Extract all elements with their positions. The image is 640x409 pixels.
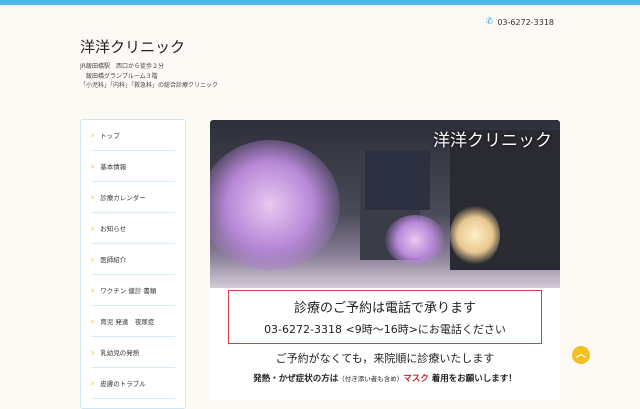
reservation-phone[interactable]: 03-6272-3318 <9時〜16時>にお電話ください [229, 321, 541, 337]
site-title[interactable]: 洋洋クリニック [80, 36, 185, 57]
illuminated-tree [385, 215, 445, 265]
nav-item-basic-info[interactable]: › 基本情報 [91, 151, 175, 182]
back-to-top-button[interactable]: ︿ [572, 346, 590, 364]
hero-title: 洋洋クリニック [433, 131, 552, 151]
chevron-right-icon: › [91, 161, 95, 171]
chevron-right-icon: › [91, 316, 95, 326]
nav-item-news[interactable]: › お知らせ [91, 213, 175, 244]
top-bar [0, 0, 640, 5]
illuminated-tree [210, 140, 340, 270]
sidebar-nav: › トップ › 基本情報 › 診療カレンダー › お知らせ › 医師紹介 › ワクチン 健診… [80, 119, 186, 409]
chevron-right-icon: › [91, 130, 95, 140]
phone-number: 03-6272-3318 [497, 17, 554, 27]
nav-label: 医師紹介 [100, 256, 127, 264]
address-line: 「小児科」「内科」「救急科」の総合診療クリニック [80, 82, 219, 89]
nav-label: トップ [100, 132, 120, 140]
nav-item-skin[interactable]: › 皮膚のトラブル [91, 368, 175, 399]
nav-item-doctor[interactable]: › 医師紹介 [91, 244, 175, 275]
nav-item-vaccine[interactable]: › ワクチン 健診 書類 [91, 275, 175, 306]
phone-icon: ✆ [485, 17, 494, 27]
chevron-right-icon: › [91, 223, 95, 233]
nav-label: 診療カレンダー [100, 194, 146, 202]
chevron-right-icon: › [91, 192, 95, 202]
mask-notice-text: 着用をお願いします！ [428, 374, 517, 384]
chevron-up-icon: ︿ [576, 349, 586, 360]
address-line: JR飯田橋駅 西口から徒歩２分 [80, 63, 164, 70]
chevron-right-icon: › [91, 285, 95, 295]
walk-in-notice: ご予約がなくても，来院順に診療いたします [275, 352, 495, 365]
nav-item-top[interactable]: › トップ [91, 120, 175, 151]
mask-notice-note: （付き添い者も含め） [338, 375, 404, 383]
nav-item-development[interactable]: › 育児 発達 夜尿症 [91, 306, 175, 337]
nav-item-calendar[interactable]: › 診療カレンダー [91, 182, 175, 213]
address-line: 飯田橋グランブルーム３階 [80, 72, 158, 80]
chevron-right-icon: › [91, 378, 95, 388]
illuminated-tree [450, 205, 500, 265]
hero-image: 洋洋クリニック [210, 120, 560, 290]
nav-label: 乳幼児の発熱 [100, 349, 140, 357]
mask-highlight: マスク [403, 374, 429, 384]
mask-notice-text: 発熱・かぜ症状の方は [253, 374, 339, 384]
chevron-right-icon: › [91, 254, 95, 264]
nav-item-fever[interactable]: › 乳幼児の発熱 [91, 337, 175, 368]
reservation-heading: 診療のご予約は電話で承ります [293, 301, 476, 316]
building [365, 150, 430, 210]
address: JR飯田橋駅 西口から徒歩２分 飯田橋グランブルーム３階 「小児科」「内科」「救… [80, 62, 218, 91]
nav-label: 基本情報 [100, 163, 127, 171]
mask-notice: 発熱・かぜ症状の方は（付き添い者も含め）マスク 着用をお願いします！ [210, 372, 560, 384]
header-phone[interactable]: ✆ 03-6272-3318 [486, 17, 554, 27]
nav-label: お知らせ [100, 225, 127, 233]
reservation-box: 診療のご予約は電話で承ります 03-6272-3318 <9時〜16時>にお電話… [228, 290, 542, 344]
nav-label: 育児 発達 夜尿症 [100, 318, 155, 326]
nav-label: 皮膚のトラブル [100, 380, 146, 388]
nav-label: ワクチン 健診 書類 [100, 287, 157, 295]
chevron-right-icon: › [91, 347, 95, 357]
